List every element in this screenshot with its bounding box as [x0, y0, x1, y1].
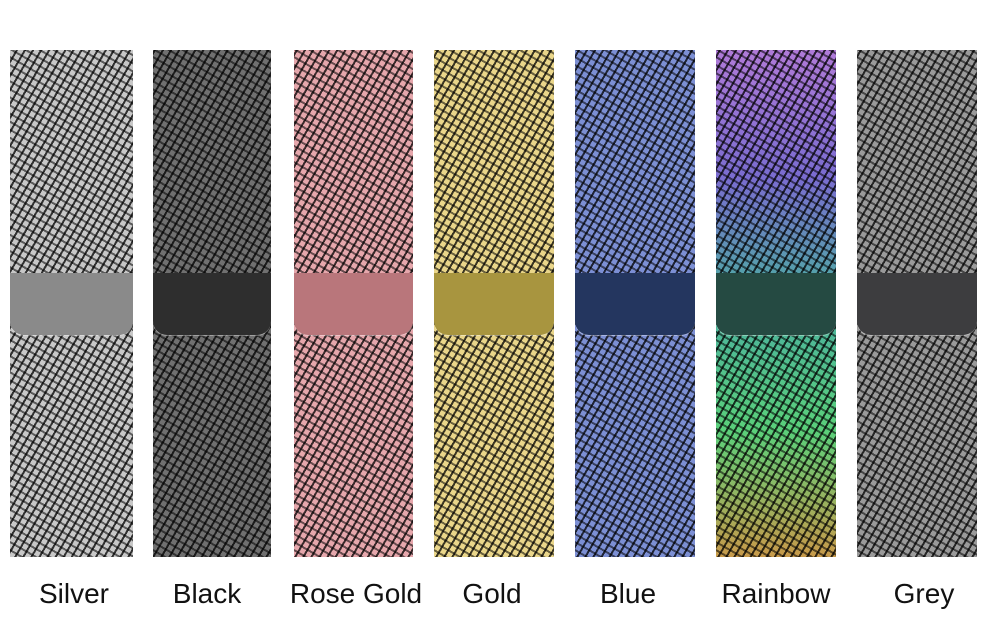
label-rainbow: Rainbow [721, 578, 831, 609]
band-black [153, 50, 271, 557]
clasp [294, 273, 413, 335]
band-silver [10, 50, 133, 557]
clasp [575, 273, 695, 335]
band-blue [575, 50, 695, 557]
label-silver: Silver [38, 578, 109, 609]
clasp [857, 273, 977, 335]
clasp [10, 273, 133, 335]
band-gold [434, 50, 554, 557]
clasp [434, 273, 554, 335]
label-grey: Grey [893, 578, 955, 609]
label-black: Black [172, 578, 242, 609]
band-rose-gold [294, 50, 413, 557]
clasp [153, 273, 271, 335]
band-grey [857, 50, 977, 557]
label-rose-gold: Rose Gold [289, 578, 423, 609]
band-rainbow [716, 50, 836, 557]
clasp [716, 273, 836, 335]
label-blue: Blue [599, 578, 657, 609]
label-gold: Gold [462, 578, 522, 609]
